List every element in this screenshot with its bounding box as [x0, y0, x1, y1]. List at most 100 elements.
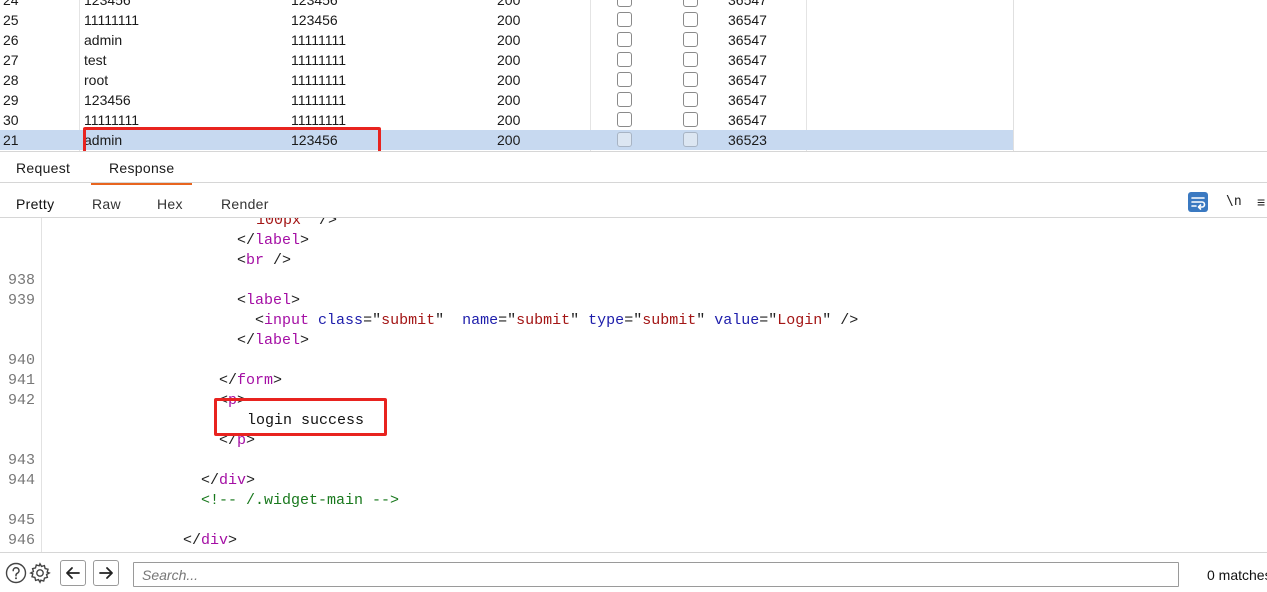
error-checkbox[interactable] [617, 72, 632, 87]
error-checkbox[interactable] [617, 92, 632, 107]
code-text: <input class="submit" name="submit" type… [255, 311, 858, 331]
request-number-cell: 26 [3, 32, 19, 48]
code-token: " [696, 312, 715, 329]
line-number: 938 [8, 272, 36, 289]
code-text: <!-- /.widget-main --> [201, 491, 399, 511]
code-text: </label> [237, 331, 309, 351]
payload-2-cell: 123456 [291, 12, 338, 28]
results-table: 24 123456 123456 200 36547 25 11111111 123456 20… [0, 0, 1267, 151]
code-token: /> [310, 218, 338, 229]
code-line: 941 </form> [0, 371, 1267, 391]
table-row[interactable]: 26 admin 11111111 200 36547 [0, 30, 1013, 50]
length-cell: 36523 [728, 132, 767, 148]
error-checkbox[interactable] [617, 112, 632, 127]
status-code-cell: 200 [497, 52, 521, 68]
code-token: p [228, 392, 238, 409]
timeout-checkbox[interactable] [683, 32, 698, 47]
code-token: </ [237, 332, 256, 349]
code-token: " [570, 312, 589, 329]
code-token: login success [247, 412, 365, 429]
table-row[interactable]: 24 123456 123456 200 36547 [0, 0, 1013, 10]
payload-1-cell: admin [84, 132, 123, 148]
code-token: > [273, 372, 283, 389]
code-token: < [255, 312, 265, 329]
payload-1-cell: 11111111 [84, 112, 140, 128]
code-token: form [237, 372, 274, 389]
menu-icon[interactable]: ≡ [1257, 192, 1265, 212]
word-wrap-icon[interactable] [1188, 192, 1208, 212]
timeout-checkbox[interactable] [683, 72, 698, 87]
payload-2-cell: 11111111 [291, 112, 347, 128]
payload-1-cell: admin [84, 32, 123, 48]
code-token: =" [498, 312, 517, 329]
code-token: < [237, 252, 247, 269]
payload-1-cell: test [84, 52, 107, 68]
error-checkbox[interactable] [617, 132, 632, 147]
table-row[interactable]: 25 11111111 123456 200 36547 [0, 10, 1013, 30]
code-token: submit [642, 312, 697, 329]
code-token: p [237, 432, 247, 449]
next-match-button[interactable] [93, 560, 119, 586]
payload-2-cell: 123456 [291, 132, 338, 148]
newline-toggle-icon[interactable]: \n [1226, 192, 1242, 212]
table-row[interactable]: 30 11111111 11111111 200 36547 [0, 110, 1013, 130]
error-checkbox[interactable] [617, 32, 632, 47]
payload-2-cell: 11111111 [291, 32, 347, 48]
line-number: 940 [8, 352, 36, 369]
previous-match-button[interactable] [60, 560, 86, 586]
timeout-checkbox[interactable] [683, 12, 698, 27]
tab-hex[interactable]: Hex [157, 196, 183, 212]
tab-request[interactable]: Request [16, 160, 70, 176]
request-number-cell: 29 [3, 92, 19, 108]
table-row[interactable]: 27 test 11111111 200 36547 [0, 50, 1013, 70]
view-tabs: Pretty Raw Hex Render \n ≡ [0, 186, 1267, 220]
code-token: < [237, 292, 247, 309]
code-token: 100px" [256, 218, 311, 229]
code-line: 100px" /> [0, 218, 1267, 231]
error-checkbox[interactable] [617, 52, 632, 67]
search-bar: 0 matches [0, 552, 1267, 592]
code-text: <label> [237, 291, 300, 311]
timeout-checkbox[interactable] [683, 52, 698, 67]
code-token: > [237, 392, 247, 409]
request-number-cell: 25 [3, 12, 19, 28]
code-line: 940 [0, 351, 1267, 371]
request-number-cell: 28 [3, 72, 19, 88]
tab-pretty[interactable]: Pretty [0, 196, 71, 220]
timeout-checkbox[interactable] [683, 112, 698, 127]
status-code-cell: 200 [497, 72, 521, 88]
code-token: > [228, 532, 238, 549]
length-cell: 36547 [728, 0, 767, 8]
timeout-checkbox[interactable] [683, 132, 698, 147]
timeout-checkbox[interactable] [683, 0, 698, 7]
tab-response[interactable]: Response [90, 160, 194, 185]
length-cell: 36547 [728, 92, 767, 108]
help-icon[interactable] [5, 562, 27, 584]
tab-raw[interactable]: Raw [92, 196, 121, 212]
code-text: </div> [201, 471, 255, 491]
code-token: </ [201, 472, 220, 489]
table-row[interactable]: 29 123456 11111111 200 36547 [0, 90, 1013, 110]
gear-icon[interactable] [29, 562, 51, 584]
tab-render[interactable]: Render [221, 196, 269, 212]
error-checkbox[interactable] [617, 12, 632, 27]
arrow-right-icon [99, 567, 113, 579]
code-text: <br /> [237, 251, 291, 271]
length-cell: 36547 [728, 72, 767, 88]
error-checkbox[interactable] [617, 0, 632, 7]
code-text: </div> [183, 531, 237, 551]
code-line: <br /> [0, 251, 1267, 271]
code-text: <p> [219, 391, 246, 411]
response-editor[interactable]: 100px" /> </label> <br /> 938 939 <label> <inp… [0, 218, 1267, 552]
code-token: </ [219, 372, 238, 389]
timeout-checkbox[interactable] [683, 92, 698, 107]
payload-1-cell: 123456 [84, 0, 131, 8]
search-input[interactable] [133, 562, 1179, 587]
table-row[interactable]: 28 root 11111111 200 36547 [0, 70, 1013, 90]
line-number: 946 [8, 532, 36, 549]
line-number: 945 [8, 512, 36, 529]
code-text: </form> [219, 371, 282, 391]
request-number-cell: 30 [3, 112, 19, 128]
table-row[interactable]: 21 admin 123456 200 36523 [0, 130, 1013, 150]
code-token: > [300, 332, 310, 349]
